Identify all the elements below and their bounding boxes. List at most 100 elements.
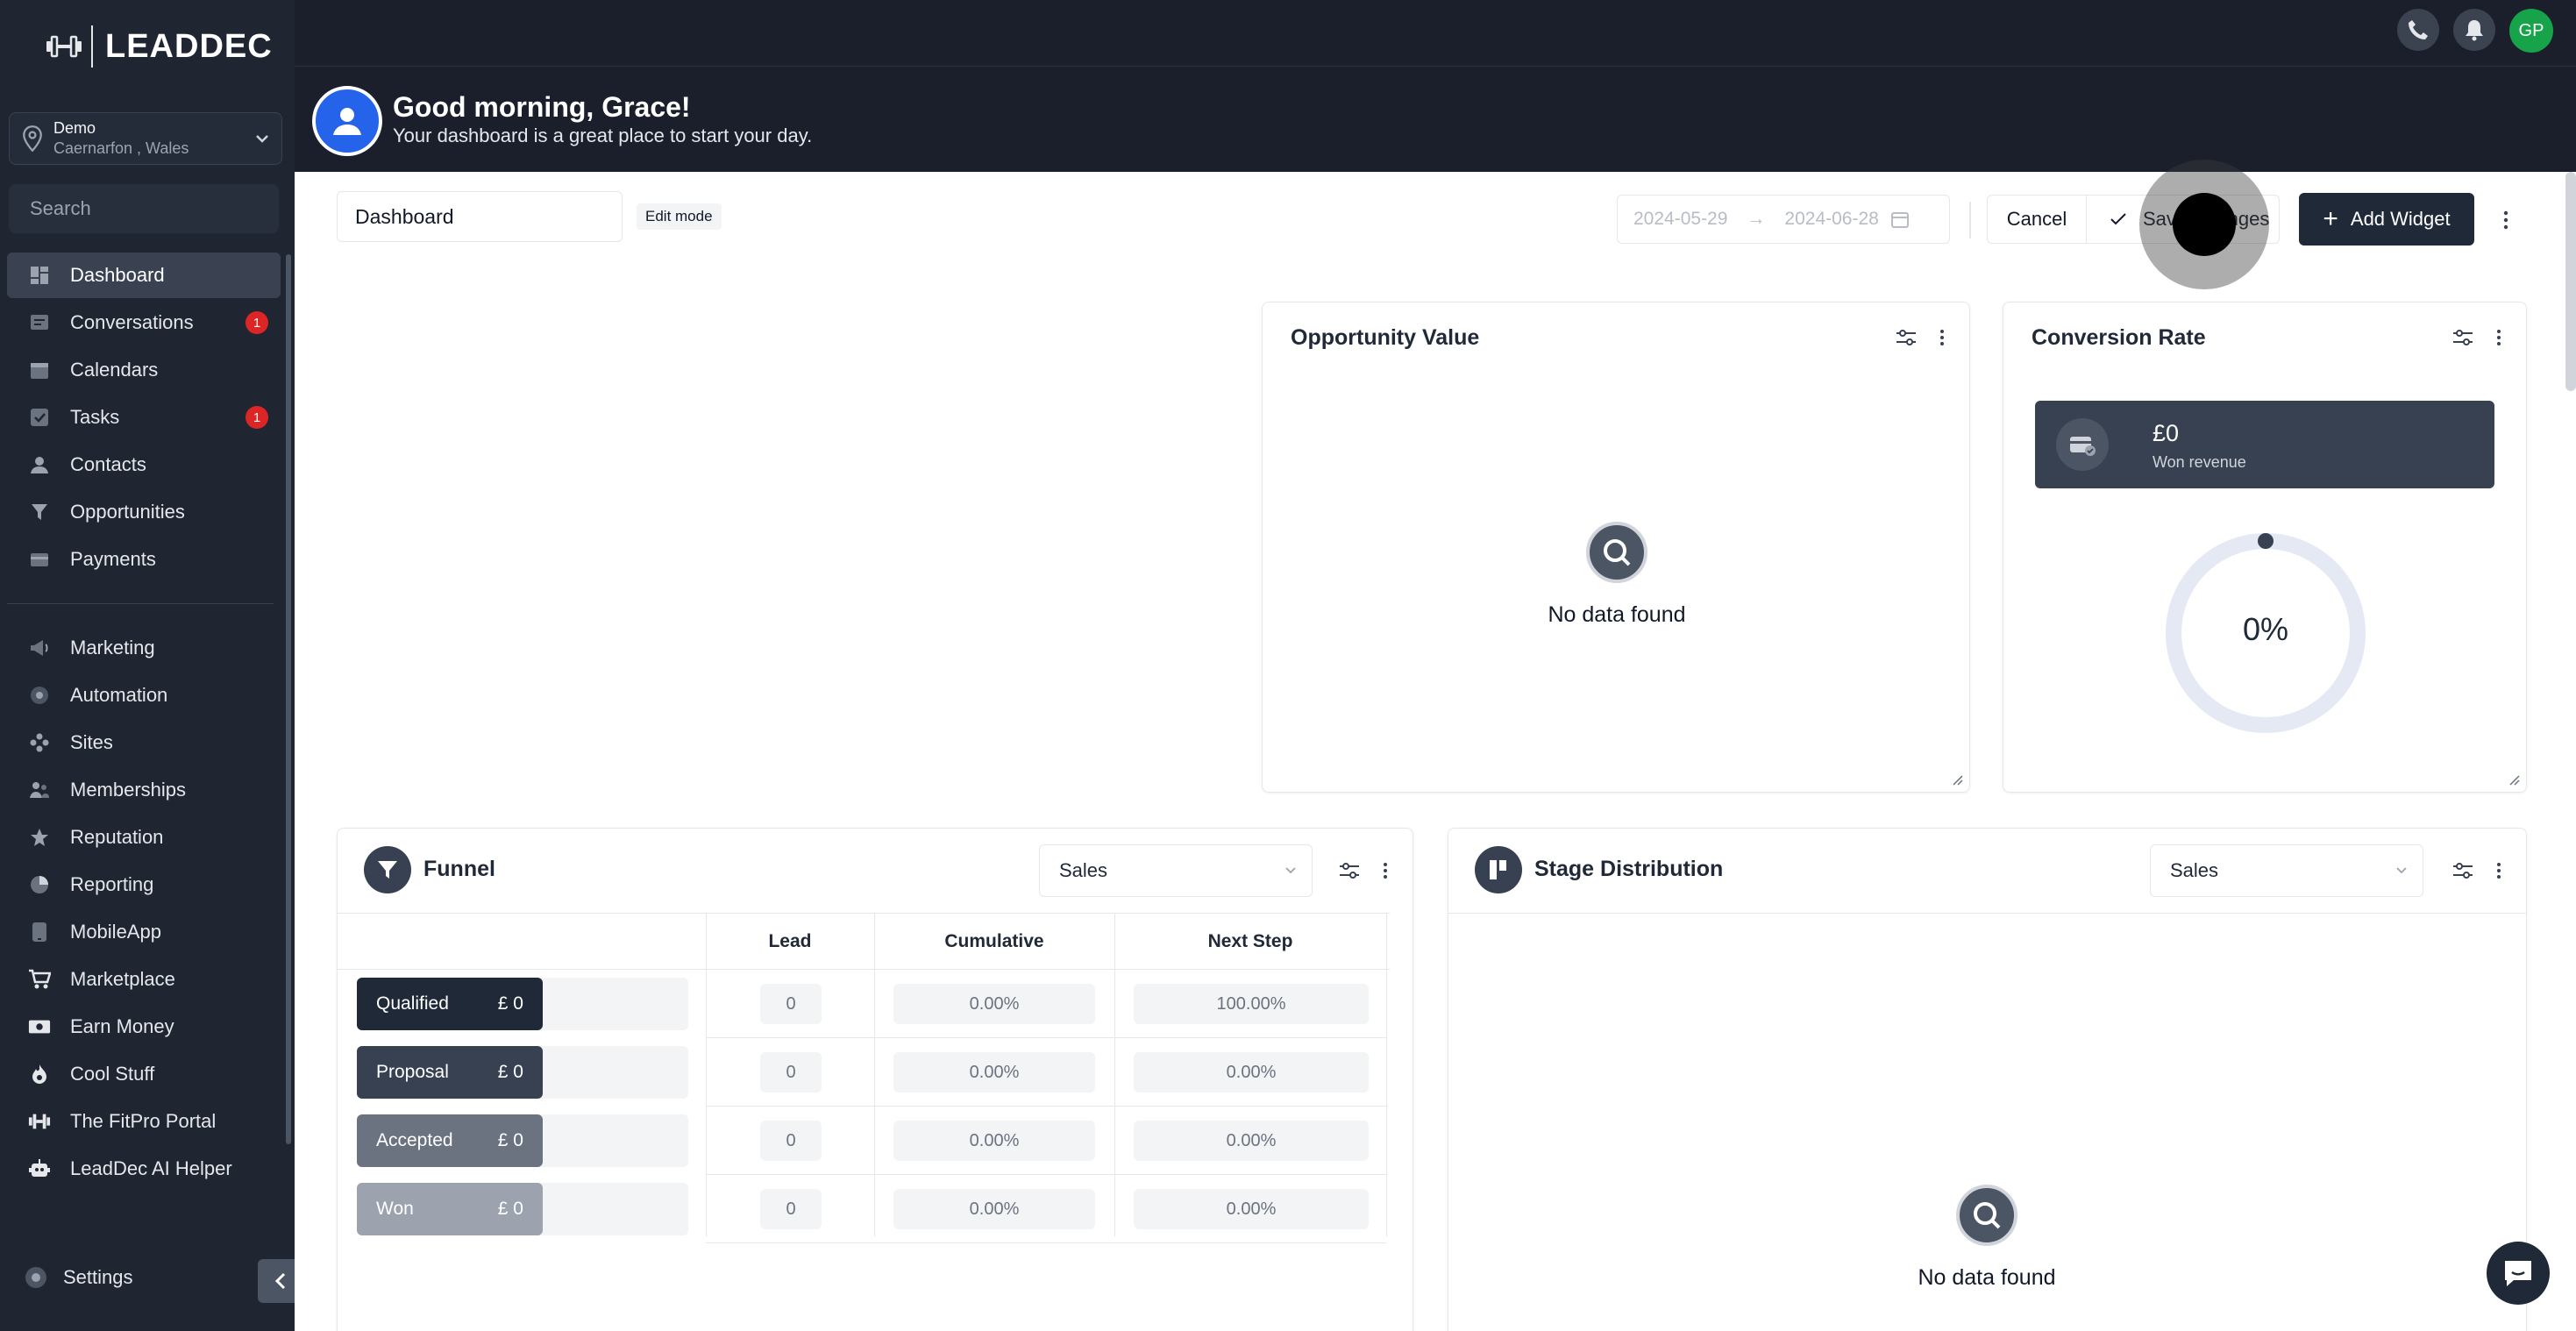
main-scrollbar[interactable] [2565,172,2576,391]
widget-title: Stage Distribution [1534,857,1724,881]
sidebar-item-contacts[interactable]: Contacts [7,442,281,488]
sidebar-item-marketing[interactable]: Marketing [7,625,281,671]
user-icon [28,453,51,476]
sidebar-item-dashboard[interactable]: Dashboard [7,253,281,298]
greeting-banner: Good morning, Grace! Your dashboard is a… [295,67,2576,172]
funnel-widget-icon [364,846,411,893]
sidebar-item-reporting[interactable]: Reporting [7,862,281,908]
filter-sliders-icon[interactable] [1896,329,1917,346]
dashboard-icon [28,264,51,287]
date-range-picker[interactable]: 2024-05-29 → 2024-06-28 [1617,195,1950,244]
sidebar-scrollbar[interactable] [286,254,291,1144]
sidebar-item-opportunities[interactable]: Opportunities [7,489,281,535]
add-widget-button[interactable]: + Add Widget [2299,193,2474,246]
sidebar-item-tasks[interactable]: Tasks 1 [7,395,281,440]
filter-sliders-icon[interactable] [2452,862,2473,879]
date-start: 2024-05-29 [1633,209,1728,229]
dashboard-name-field[interactable]: Dashboard [337,191,623,242]
sidebar-item-reputation[interactable]: Reputation [7,815,281,860]
sidebar-item-automation[interactable]: Automation [7,673,281,718]
location-switcher[interactable]: Demo Caernarfon , Wales [9,112,282,165]
sidebar-item-ai-helper[interactable]: LeadDec AI Helper [7,1146,281,1192]
funnel-pipeline-select[interactable]: Sales [1039,844,1313,897]
empty-state-text: No data found [1918,1265,2056,1290]
stage-bar[interactable]: Qualified £ 0 [357,978,543,1030]
primary-nav: Dashboard Conversations 1 Calendars Task… [7,253,281,1193]
next-step-value: 100.00% [1134,984,1369,1024]
funnel-table-header: Lead Cumulative Next Step [338,914,1390,970]
sidebar-item-mobileapp[interactable]: MobileApp [7,909,281,955]
resize-handle-icon[interactable] [2507,772,2521,786]
phone-button[interactable] [2397,9,2439,51]
sidebar: LEADDEC Demo Caernarfon , Wales Dashboar… [0,0,303,1331]
funnel-row: Qualified £ 0 0 0.00% 100.00% [338,970,1390,1038]
memberships-icon [28,779,51,801]
widget-title: Opportunity Value [1291,325,1480,350]
cancel-button[interactable]: Cancel [1987,195,2087,244]
sidebar-item-label: Tasks [70,406,120,428]
sidebar-item-payments[interactable]: Payments [7,537,281,582]
sidebar-item-sites[interactable]: Sites [7,720,281,765]
next-step-value: 0.00% [1134,1052,1369,1093]
sidebar-item-calendars[interactable]: Calendars [7,347,281,393]
automation-icon [28,684,51,707]
kebab-menu-icon[interactable] [2496,329,2501,346]
money-icon [28,1015,51,1038]
sidebar-item-earn-money[interactable]: Earn Money [7,1004,281,1050]
flame-icon [28,1063,51,1085]
chat-icon [28,311,51,334]
sidebar-item-label: The FitPro Portal [70,1110,217,1132]
sidebar-item-label: Marketplace [70,968,175,990]
brand-logo[interactable]: LEADDEC [46,25,273,68]
stage-pipeline-select[interactable]: Sales [2150,844,2423,897]
sidebar-item-label: Cool Stuff [70,1063,155,1085]
chat-bubble-icon [2505,1261,2531,1286]
megaphone-icon [28,637,51,659]
search-empty-icon [1586,522,1647,583]
nav-divider [7,603,274,604]
kebab-menu-icon[interactable] [1939,329,1945,346]
sidebar-item-label: Contacts [70,453,146,475]
stage-bar[interactable]: Accepted £ 0 [357,1114,543,1167]
select-value: Sales [1059,859,1108,881]
stage-bar[interactable]: Won £ 0 [357,1183,543,1235]
mobile-icon [28,921,51,943]
cumulative-value: 0.00% [893,984,1095,1024]
sidebar-item-settings[interactable]: Settings [23,1264,133,1291]
filter-sliders-icon[interactable] [2452,329,2473,346]
settings-label: Settings [63,1266,133,1288]
row-divider [706,1242,1386,1243]
stage-bar[interactable]: Proposal £ 0 [357,1046,543,1099]
conversion-rate-widget: Conversion Rate £0 Won revenue 0% [2003,302,2527,793]
user-avatar[interactable]: GP [2509,9,2553,53]
search-input[interactable] [30,197,282,220]
edit-mode-badge: Edit mode [637,203,722,230]
more-options-button[interactable] [2495,205,2516,235]
kebab-menu-icon[interactable] [1383,862,1388,879]
next-step-value: 0.00% [1134,1121,1369,1161]
sidebar-item-conversations[interactable]: Conversations 1 [7,300,281,345]
sidebar-item-cool-stuff[interactable]: Cool Stuff [7,1051,281,1097]
empty-state: No data found [1529,522,1704,628]
sites-icon [28,731,51,754]
sidebar-item-label: Earn Money [70,1015,174,1037]
search-empty-icon [1956,1185,2017,1246]
sidebar-item-label: MobileApp [70,921,161,943]
donut-progress-marker [2258,533,2274,549]
chat-widget-button[interactable] [2487,1242,2550,1305]
resize-handle-icon[interactable] [1950,772,1964,786]
stage-distribution-widget: Stage Distribution Sales No data found [1448,828,2527,1331]
plus-icon: + [2323,204,2338,233]
notifications-button[interactable] [2453,9,2495,51]
sidebar-item-memberships[interactable]: Memberships [7,767,281,813]
kebab-menu-icon[interactable] [2496,862,2501,879]
sidebar-item-marketplace[interactable]: Marketplace [7,957,281,1002]
next-step-value: 0.00% [1134,1189,1369,1229]
stage-amount: £ 0 [497,1199,523,1219]
sidebar-item-fitpro-portal[interactable]: The FitPro Portal [7,1099,281,1144]
task-badge: 1 [246,406,268,429]
conversion-percent: 0% [2242,611,2289,647]
greeting-subtitle: Your dashboard is a great place to start… [393,125,813,146]
filter-sliders-icon[interactable] [1339,862,1360,879]
sidebar-item-label: Reporting [70,873,154,895]
